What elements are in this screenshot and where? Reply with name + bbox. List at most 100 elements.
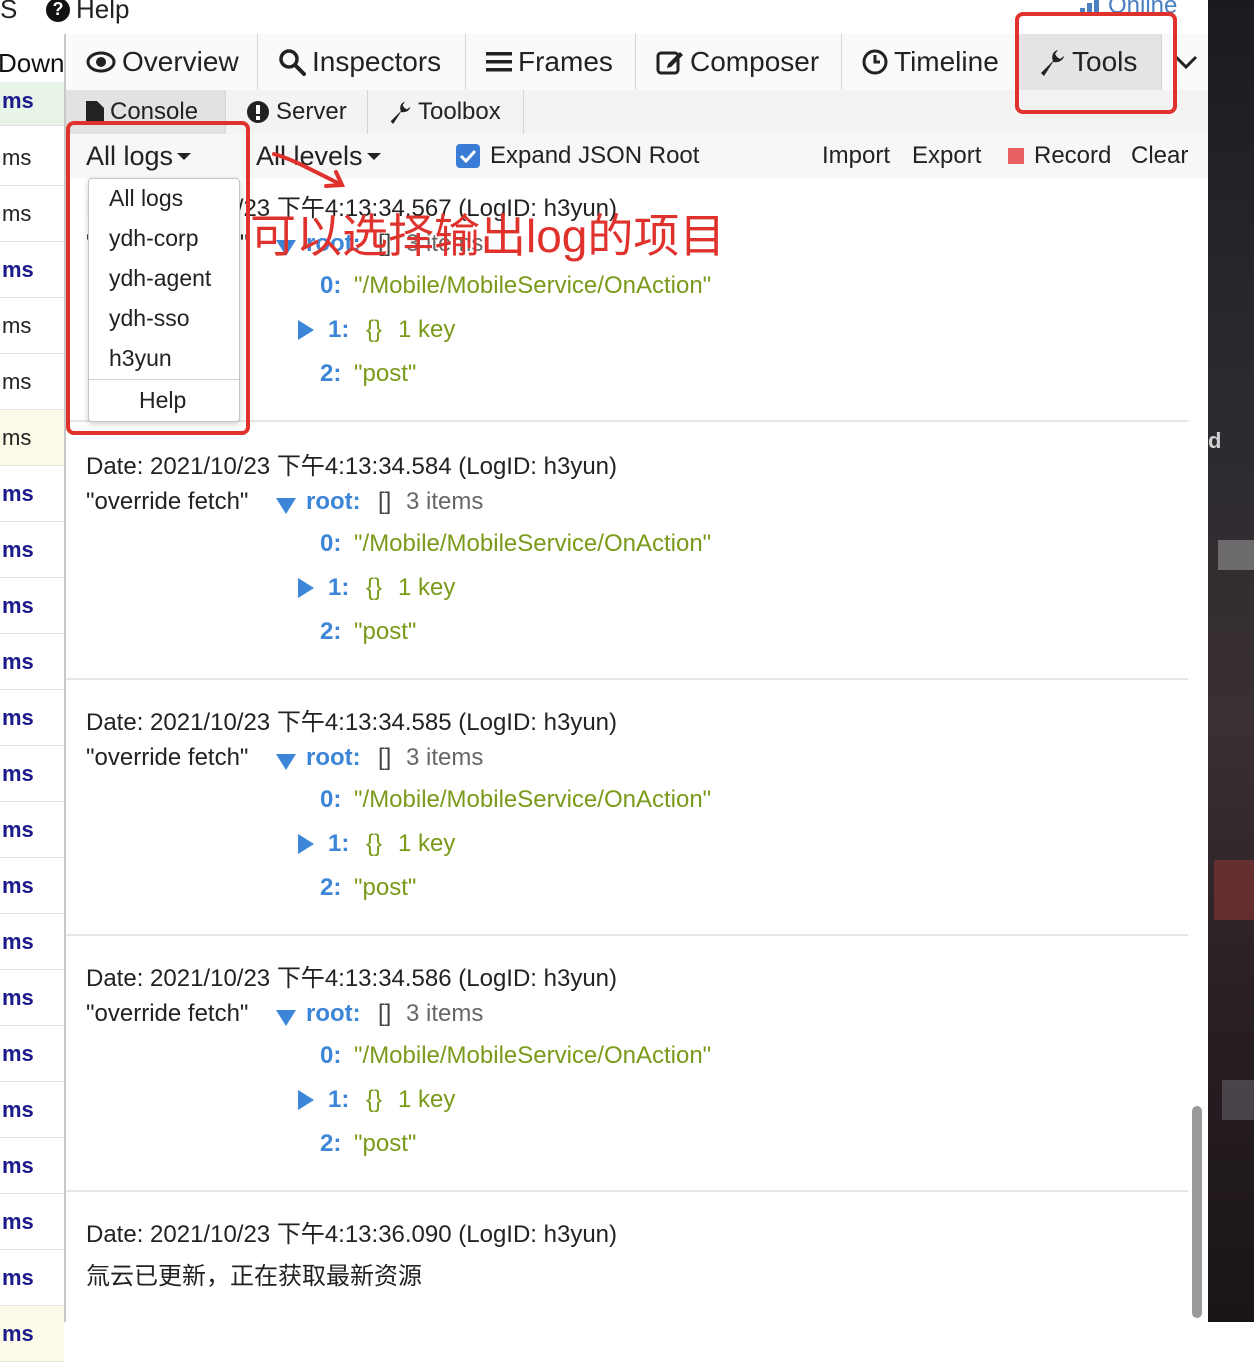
menu-item-help[interactable]: ? Help [46,0,129,25]
expand-triangle-icon[interactable] [276,1010,296,1026]
item-key: 2: [320,618,342,645]
tab-label: Frames [518,46,613,77]
tab-label: Timeline [894,46,999,77]
collapse-triangle-icon[interactable] [298,1090,314,1110]
string-value: "/Mobile/MobileService/OnAction" [354,530,712,557]
object-bracket: {} [366,316,383,343]
tab-frames[interactable]: Frames [466,34,636,90]
session-row[interactable]: ms [0,1138,64,1194]
string-value: "post" [354,1130,417,1157]
session-row[interactable]: ms [0,1026,64,1082]
wrench-icon [390,101,411,124]
item-key: 1: [328,830,350,857]
array-bracket: [] [378,744,392,771]
session-row[interactable]: ms [0,82,64,126]
session-row[interactable]: ms [0,746,64,802]
key-count: 1 key [398,316,456,343]
subtab-label: Toolbox [418,98,501,125]
item-key: 1: [328,574,350,601]
session-row[interactable]: ms [0,354,64,410]
item-key: 1: [328,1086,350,1113]
caret-down-icon [366,152,381,160]
session-row[interactable]: ms [0,1250,64,1306]
session-row[interactable]: ms [0,1082,64,1138]
session-row[interactable]: ms [0,914,64,970]
key-count: 1 key [398,574,456,601]
subtab-label: Server [276,98,347,125]
annotation-arrow-icon [272,152,346,188]
session-row[interactable]: ms [0,578,64,634]
session-row[interactable]: ms [0,802,64,858]
log-date: Date: 2021/10/23 下午4:13:34.584 (LogID: h… [86,453,618,480]
chevron-down-icon [1174,55,1198,70]
menu-item-s[interactable]: S [0,0,17,25]
log-tag: "override fetch" [86,488,249,515]
collapse-triangle-icon[interactable] [298,578,314,598]
tab-label: Inspectors [312,46,442,77]
item-key: 2: [320,874,342,901]
desktop-background [1208,0,1254,1322]
tab-label: Overview [122,46,239,77]
item-key: 0: [320,272,342,299]
log-message: 氚云已更新，正在获取最新资源 [86,1263,422,1290]
clock-icon [862,49,888,75]
subtab-toolbox[interactable]: Toolbox [368,90,524,134]
string-value: "/Mobile/MobileService/OnAction" [354,272,712,299]
search-icon [279,49,306,76]
array-bracket: [] [378,488,392,515]
eye-icon [86,51,116,73]
item-count: 3 items [406,488,484,515]
menu-help-label: Help [76,0,130,24]
root-key: root: [306,1000,361,1027]
log-entry: Date: 2021/10/23 下午4:13:34.585 (LogID: h… [66,678,1188,936]
log-date: Date: 2021/10/23 下午4:13:34.586 (LogID: h… [86,965,618,992]
item-key: 2: [320,1130,342,1157]
log-scrollbar[interactable] [1192,1106,1202,1318]
session-row[interactable]: ms [0,970,64,1026]
log-date: Date: 2021/10/23 下午4:13:36.090 (LogID: h… [86,1221,618,1248]
session-row[interactable]: ms [0,1306,64,1362]
session-row[interactable]: ms [0,1194,64,1250]
string-value: "post" [354,360,417,387]
session-row[interactable]: ms [0,858,64,914]
annotation-text: 可以选择输出log的项目 [250,210,726,262]
item-key: 0: [320,530,342,557]
session-row[interactable]: ms [0,522,64,578]
alert-icon [247,101,269,123]
tab-label: Composer [690,46,820,77]
annotation-box-tools [1015,12,1177,114]
session-row[interactable]: ms [0,690,64,746]
item-key: 0: [320,1042,342,1069]
log-tag: "override fetch" [86,1000,249,1027]
item-count: 3 items [406,744,484,771]
session-row[interactable]: ms [0,410,64,466]
log-tag: "override fetch" [86,744,249,771]
file-icon [86,101,104,123]
tab-timeline[interactable]: Timeline [842,34,1018,90]
item-key: 0: [320,786,342,813]
string-value: "/Mobile/MobileService/OnAction" [354,1042,712,1069]
root-key: root: [306,488,361,515]
tab-overview[interactable]: Overview [66,34,258,90]
tab-composer[interactable]: Composer [636,34,842,90]
session-row[interactable]: ms [0,242,64,298]
key-count: 1 key [398,830,456,857]
log-entry: Date: 2021/10/23 下午4:13:36.090 (LogID: h… [66,1190,1188,1320]
log-entry: Date: 2021/10/23 下午4:13:34.586 (LogID: h… [66,934,1188,1192]
session-row[interactable]: ms [0,634,64,690]
root-key: root: [306,744,361,771]
expand-triangle-icon[interactable] [276,754,296,770]
item-key: 2: [320,360,342,387]
session-row[interactable]: ms [0,466,64,522]
annotation-box-logs-menu [66,121,250,435]
key-count: 1 key [398,1086,456,1113]
string-value: "/Mobile/MobileService/OnAction" [354,786,712,813]
session-row[interactable]: ms [0,130,64,186]
item-key: 1: [328,316,350,343]
session-row[interactable]: ms [0,298,64,354]
session-row[interactable]: ms [0,186,64,242]
tab-inspectors[interactable]: Inspectors [258,34,466,90]
collapse-triangle-icon[interactable] [298,834,314,854]
collapse-triangle-icon[interactable] [298,320,314,340]
expand-triangle-icon[interactable] [276,498,296,514]
